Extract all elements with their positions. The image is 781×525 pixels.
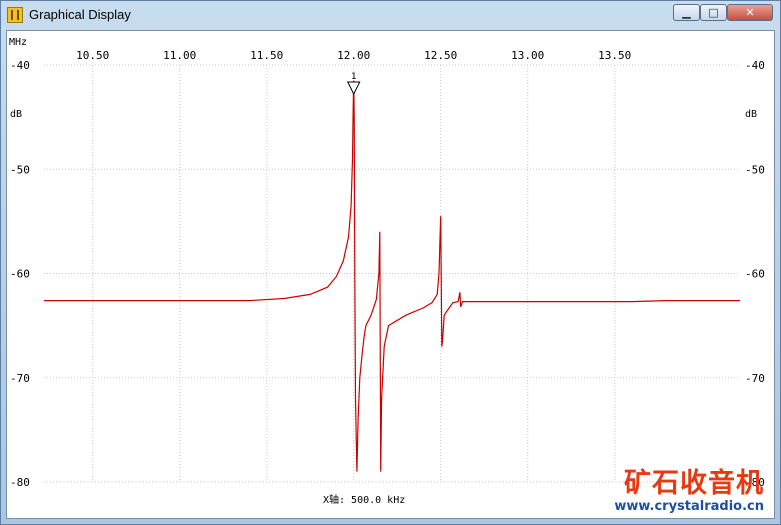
maximize-icon: □ xyxy=(708,6,719,19)
y-tick-labels-left: -40 -50 -60 -70 -80 xyxy=(10,59,30,489)
x-tick-label: 13.00 xyxy=(511,49,544,62)
marker-1[interactable]: 1 xyxy=(346,72,361,96)
x-tick-label: 10.50 xyxy=(76,49,109,62)
minimize-icon: ▁ xyxy=(682,6,691,19)
y-tick-labels-right: -40-50-60-70-80 xyxy=(745,59,765,489)
marker-label: 1 xyxy=(351,72,356,82)
maximize-button[interactable]: □ xyxy=(700,4,727,21)
close-icon: ✕ xyxy=(745,6,755,19)
site-watermark: 矿石收音机 www.crystalradio.cn xyxy=(614,468,764,515)
y-unit-label-left: dB xyxy=(10,109,22,120)
x-axis-caption: X轴: 500.0 kHz xyxy=(323,493,405,506)
x-tick-label: 11.00 xyxy=(163,49,196,62)
y-unit-label-right: dB xyxy=(745,109,757,120)
graphical-display-window: Graphical Display ▁ □ ✕ MHz dB dB 10.50 1… xyxy=(0,0,781,525)
y-tick-label-left: -40 xyxy=(10,59,30,72)
y-tick-label-left: -60 xyxy=(10,268,30,281)
y-tick-label-right: -60 xyxy=(745,268,765,281)
x-unit-label: MHz xyxy=(9,37,27,48)
filter-icon xyxy=(7,7,23,23)
x-tick-labels: 10.50 11.00 11.50 12.00 12.50 13.00 13.50 xyxy=(76,49,631,62)
x-tick-label: 13.50 xyxy=(598,49,631,62)
window-title: Graphical Display xyxy=(29,7,131,22)
spectrum-chart[interactable]: MHz dB dB 10.50 11.00 11.50 12.00 12.50 13.00… xyxy=(7,31,775,519)
title-bar[interactable]: Graphical Display ▁ □ ✕ xyxy=(1,1,780,29)
x-tick-label: 12.50 xyxy=(424,49,457,62)
grid-lines xyxy=(44,64,740,483)
spectrum-trace xyxy=(44,80,740,472)
plot-area[interactable]: MHz dB dB 10.50 11.00 11.50 12.00 12.50 13.00… xyxy=(6,30,775,519)
marker-triangle-icon[interactable] xyxy=(346,81,361,96)
y-tick-label-left: -70 xyxy=(10,372,30,385)
y-tick-label-left: -80 xyxy=(10,476,30,489)
x-tick-label: 12.00 xyxy=(337,49,370,62)
minimize-button[interactable]: ▁ xyxy=(673,4,700,21)
y-tick-label-right: -70 xyxy=(745,372,765,385)
y-tick-label-right: -40 xyxy=(745,59,765,72)
y-tick-label-right: -50 xyxy=(745,163,765,176)
close-button[interactable]: ✕ xyxy=(727,4,773,21)
watermark-url: www.crystalradio.cn xyxy=(614,499,764,514)
y-tick-label-left: -50 xyxy=(10,163,30,176)
watermark-chinese-text: 矿石收音机 xyxy=(624,468,764,499)
x-tick-label: 11.50 xyxy=(250,49,283,62)
